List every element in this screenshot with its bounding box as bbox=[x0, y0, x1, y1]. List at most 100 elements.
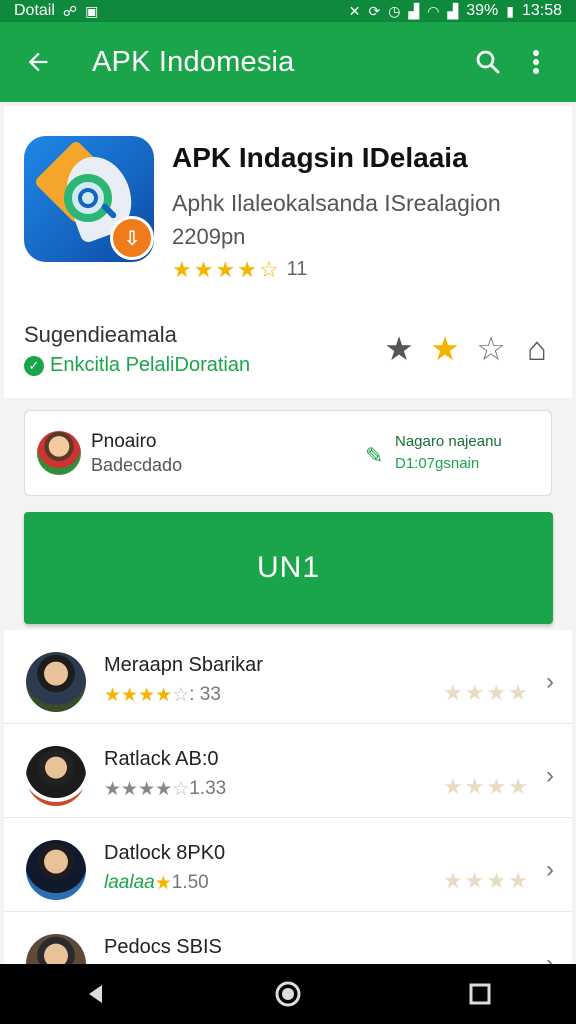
list-item[interactable]: Datlock 8PK0 laalaa ★ 1.50 ★ ★ ★ ★ › bbox=[4, 818, 572, 912]
star-icon: ★ bbox=[486, 868, 507, 893]
back-button[interactable] bbox=[16, 40, 60, 84]
star-outline-icon: ☆ bbox=[172, 778, 190, 800]
app-rating: ★ ★ ★ ★ ☆ 11 bbox=[172, 258, 307, 281]
star-icon: ★ bbox=[138, 684, 156, 706]
list-item[interactable]: Ratlack AB:0 ★ ★ ★ ★ ☆ 1.33 ★ ★ ★ ★ › bbox=[4, 724, 572, 818]
app-developer: Aphk Ilaleokalsanda ISrealagion bbox=[172, 190, 501, 216]
star-icon: ★ bbox=[154, 872, 172, 894]
signal-icon: ▟ bbox=[408, 2, 420, 19]
star-icon: ★ bbox=[121, 684, 139, 706]
app-notification-icon: ▣ bbox=[85, 2, 99, 19]
star-icon: ★ bbox=[486, 774, 507, 799]
status-time: 13:58 bbox=[521, 2, 562, 19]
sync-icon: ⟳ bbox=[368, 2, 381, 19]
star-icon: ★ bbox=[464, 868, 485, 893]
review-score: : 33 bbox=[189, 684, 221, 705]
verified-row: ✓ Enkcitla PelaliDoratian bbox=[24, 354, 250, 377]
author-card[interactable]: Pnoairo Badecdado ✎ Nagaro najeanu D1:07… bbox=[24, 410, 552, 496]
author-name: Pnoairo bbox=[91, 431, 157, 452]
star-icon: ★ bbox=[486, 680, 507, 705]
edit-pencil-icon[interactable]: ✎ bbox=[365, 445, 387, 467]
status-bar: Dotail ☍ ▣ ✕ ⟳ ◷ ▟ ◠ ▟ 39% ▮ 13:58 bbox=[0, 0, 576, 22]
review-name: Ratlack AB:0 bbox=[104, 748, 219, 770]
house-outline-icon[interactable]: ⌂ bbox=[520, 332, 554, 366]
star-outline-icon: ☆ bbox=[172, 684, 190, 706]
faint-stars: ★ ★ ★ ★ bbox=[443, 776, 528, 798]
avatar bbox=[26, 746, 86, 806]
avatar bbox=[37, 431, 81, 475]
mute-icon: ✕ bbox=[348, 2, 361, 19]
star-icon: ★ bbox=[237, 256, 257, 282]
star-icon: ★ bbox=[508, 774, 528, 799]
edit-label[interactable]: Nagaro najeanu bbox=[395, 433, 502, 450]
faint-stars: ★ ★ ★ ★ bbox=[443, 682, 528, 704]
star-icon: ★ bbox=[443, 774, 463, 799]
faint-stars: ★ ★ ★ ★ bbox=[443, 870, 528, 892]
star-icon: ★ bbox=[443, 868, 463, 893]
chevron-right-icon: › bbox=[546, 762, 554, 789]
list-item[interactable]: Meraapn Sbarikar ★ ★ ★ ★ ☆ : 33 ★ ★ ★ ★ › bbox=[4, 630, 572, 724]
star-outline-icon: ☆ bbox=[258, 256, 279, 282]
star-icon: ★ bbox=[121, 778, 139, 800]
review-name: Datlock 8PK0 bbox=[104, 842, 226, 864]
avatar bbox=[26, 652, 86, 712]
star-outline-icon[interactable]: ☆ bbox=[474, 332, 508, 366]
battery-icon: ▮ bbox=[506, 2, 514, 19]
review-score: 1.33 bbox=[189, 778, 227, 799]
review-score: 1.50 bbox=[171, 872, 209, 893]
nav-recents-button[interactable] bbox=[458, 972, 502, 1016]
star-icon: ★ bbox=[155, 684, 173, 706]
cell-signal-icon: ▟ bbox=[447, 2, 459, 19]
arrow-left-icon bbox=[28, 52, 48, 72]
download-badge-icon: ⇩ bbox=[110, 216, 154, 260]
review-score-row: ★ ★ ★ ★ ☆ : 33 bbox=[104, 684, 221, 706]
review-list: Meraapn Sbarikar ★ ★ ★ ★ ☆ : 33 ★ ★ ★ ★ › Ratla… bbox=[4, 630, 572, 964]
status-left-text: Dotail bbox=[14, 2, 55, 19]
star-icon: ★ bbox=[508, 868, 528, 893]
nav-home-button[interactable] bbox=[266, 972, 310, 1016]
search-button[interactable] bbox=[464, 38, 512, 86]
overflow-menu-button[interactable] bbox=[512, 38, 560, 86]
list-item[interactable]: Pedocs SBIS › bbox=[4, 912, 572, 964]
check-circle-icon: ✓ bbox=[24, 355, 44, 376]
app-date: 2209pn bbox=[172, 224, 246, 249]
star-icon: ★ bbox=[104, 684, 122, 706]
review-prefix: laalaa bbox=[104, 872, 155, 893]
more-vert-icon bbox=[533, 50, 539, 74]
avatar bbox=[26, 840, 86, 900]
circle-home-icon bbox=[275, 981, 301, 1007]
star-icon: ★ bbox=[443, 680, 463, 705]
system-nav-bar bbox=[0, 964, 576, 1024]
star-icon: ★ bbox=[138, 778, 156, 800]
star-icon: ★ bbox=[215, 256, 236, 282]
chevron-right-icon: › bbox=[546, 950, 554, 964]
rate-stars: ★ ★ ☆ ⌂ bbox=[382, 332, 554, 366]
author-subtitle: Badecdado bbox=[91, 455, 183, 475]
wifi-icon: ◠ bbox=[427, 2, 440, 19]
install-button[interactable]: UN1 bbox=[24, 512, 553, 624]
review-score-row: ★ ★ ★ ★ ☆ 1.33 bbox=[104, 778, 226, 800]
avatar bbox=[26, 934, 86, 964]
category-title: Sugendieamala bbox=[24, 322, 177, 347]
review-name: Pedocs SBIS bbox=[104, 936, 222, 958]
alarm-icon: ◷ bbox=[388, 2, 401, 19]
edit-sub: D1:07gsnain bbox=[395, 455, 480, 472]
app-logo-icon: ⇩ bbox=[24, 136, 154, 262]
star-filled-gold-icon[interactable]: ★ bbox=[428, 332, 462, 366]
triangle-back-icon bbox=[89, 985, 102, 1003]
review-name: Meraapn Sbarikar bbox=[104, 654, 263, 676]
notification-icon: ☍ bbox=[62, 2, 78, 19]
battery-percent: 39% bbox=[466, 2, 499, 19]
star-icon: ★ bbox=[155, 778, 173, 800]
chevron-right-icon: › bbox=[546, 668, 554, 695]
main-content: ⇩ APK Indagsin IDelaaia Aphk Ilaleokalsa… bbox=[0, 102, 576, 964]
star-filled-dark-icon[interactable]: ★ bbox=[382, 332, 416, 366]
verified-label: Enkcitla PelaliDoratian bbox=[50, 354, 251, 376]
star-icon: ★ bbox=[464, 680, 485, 705]
app-name: APK Indagsin IDelaaia bbox=[172, 142, 468, 173]
chevron-right-icon: › bbox=[546, 856, 554, 883]
star-icon: ★ bbox=[172, 256, 192, 282]
rating-count: 11 bbox=[286, 258, 308, 280]
nav-back-button[interactable] bbox=[74, 972, 118, 1016]
square-recents-icon bbox=[469, 983, 491, 1005]
